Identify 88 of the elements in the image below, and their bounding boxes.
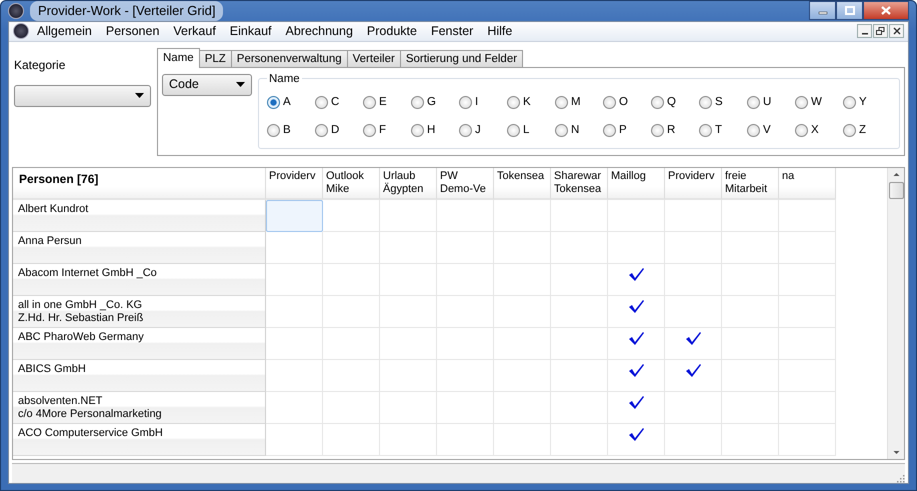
row-header[interactable]: ACO Computerservice GmbH: [13, 424, 266, 456]
radio-option[interactable]: K: [507, 88, 555, 116]
radio-option[interactable]: M: [555, 88, 603, 116]
category-dropdown[interactable]: [14, 84, 151, 106]
close-icon: [881, 6, 891, 15]
maximize-button[interactable]: [836, 1, 863, 20]
row-header[interactable]: Abacom Internet GmbH _Co: [13, 264, 266, 296]
window-title: Provider-Work - [Verteiler Grid]: [30, 1, 224, 20]
tab[interactable]: Personenverwaltung: [230, 50, 348, 66]
resize-grip-icon[interactable]: [895, 472, 905, 482]
radio-option[interactable]: P: [603, 116, 651, 144]
radio-option[interactable]: N: [555, 116, 603, 144]
check-icon: [628, 426, 644, 442]
caret-icon: [135, 93, 144, 98]
column-header[interactable]: Outlook Mike: [323, 168, 380, 200]
row-header[interactable]: ABICS GmbH: [13, 360, 266, 392]
menu-item[interactable]: Hilfe: [481, 22, 518, 40]
radio-option[interactable]: Z: [843, 116, 891, 144]
column-header[interactable]: Urlaub Ägypten: [380, 168, 437, 200]
column-header[interactable]: PW Demo-Ve: [437, 168, 494, 200]
radio-option[interactable]: G: [411, 88, 459, 116]
radio-option[interactable]: B: [267, 116, 315, 144]
column-header[interactable]: Tokensea: [494, 168, 551, 200]
column-header[interactable]: freie Mitarbeit: [722, 168, 779, 200]
radio-option[interactable]: L: [507, 116, 555, 144]
category-label: Kategorie: [14, 56, 66, 74]
row-header[interactable]: Albert Kundrot: [13, 200, 266, 232]
close-icon: [892, 27, 900, 35]
radio-option[interactable]: X: [795, 116, 843, 144]
check-icon: [684, 330, 702, 346]
row-header[interactable]: all in one GmbH _Co. KG Z.Hd. Hr. Sebastian Preiß: [13, 296, 266, 328]
menu-item[interactable]: Produkte: [360, 22, 423, 40]
menu-item[interactable]: Personen: [100, 22, 166, 40]
menu-item[interactable]: Allgemein: [31, 22, 98, 40]
minimize-button[interactable]: [809, 1, 836, 20]
restore-button[interactable]: [873, 24, 888, 38]
check-icon: [628, 298, 644, 314]
radio-option[interactable]: F: [363, 116, 411, 144]
radio-option[interactable]: D: [315, 116, 363, 144]
tab[interactable]: PLZ: [198, 50, 232, 66]
check-icon: [628, 362, 644, 378]
menu-item[interactable]: Einkauf: [224, 22, 278, 40]
tab[interactable]: Verteiler: [346, 50, 401, 66]
column-header[interactable]: Providerv: [266, 168, 323, 200]
scroll-thumb[interactable]: [888, 182, 904, 198]
tab[interactable]: Name: [157, 48, 200, 68]
table-cell[interactable]: [266, 200, 323, 232]
caret-icon: [236, 82, 245, 87]
close-button[interactable]: [889, 24, 904, 38]
check-icon: [628, 394, 644, 410]
radio-option[interactable]: W: [795, 88, 843, 116]
sort-dropdown[interactable]: Code: [162, 74, 252, 96]
row-header[interactable]: absolventen.NET c/o 4More Personalmarketing: [13, 392, 266, 424]
radio-option[interactable]: J: [459, 116, 507, 144]
check-icon: [628, 266, 644, 282]
radio-option[interactable]: O: [603, 88, 651, 116]
maximize-icon: [844, 6, 854, 15]
minimize-button[interactable]: [857, 24, 872, 38]
radio-option[interactable]: U: [747, 88, 795, 116]
row-header[interactable]: ABC PharoWeb Germany: [13, 328, 266, 360]
radio-option[interactable]: S: [699, 88, 747, 116]
column-header[interactable]: Providerv: [665, 168, 722, 200]
radio-option[interactable]: Q: [651, 88, 699, 116]
radio-option[interactable]: E: [363, 88, 411, 116]
radio-option[interactable]: H: [411, 116, 459, 144]
column-header[interactable]: Maillog: [608, 168, 665, 200]
radio-option[interactable]: T: [699, 116, 747, 144]
app-icon: [8, 2, 24, 19]
menu-item[interactable]: Fenster: [424, 22, 480, 40]
row-header[interactable]: Anna Persun: [13, 232, 266, 264]
restore-icon: [876, 27, 885, 35]
radio-option[interactable]: R: [651, 116, 699, 144]
radio-option[interactable]: C: [315, 88, 363, 116]
radio-option[interactable]: V: [747, 116, 795, 144]
radio-option[interactable]: Y: [843, 88, 891, 116]
check-icon: [628, 330, 644, 346]
radio-option[interactable]: A: [267, 88, 315, 116]
radio-option[interactable]: I: [459, 88, 507, 116]
document-icon[interactable]: [13, 23, 29, 39]
check-icon: [684, 362, 702, 378]
column-header: Personen [76]: [13, 168, 266, 200]
vertical-scrollbar[interactable]: [887, 168, 904, 458]
menu-item[interactable]: Abrechnung: [280, 22, 359, 40]
close-button[interactable]: [863, 1, 909, 20]
column-header[interactable]: na: [779, 168, 836, 200]
column-header[interactable]: Sharewar Tokensea: [551, 168, 608, 200]
tab[interactable]: Sortierung und Felder: [400, 50, 524, 66]
menu-item[interactable]: Verkauf: [167, 22, 222, 40]
